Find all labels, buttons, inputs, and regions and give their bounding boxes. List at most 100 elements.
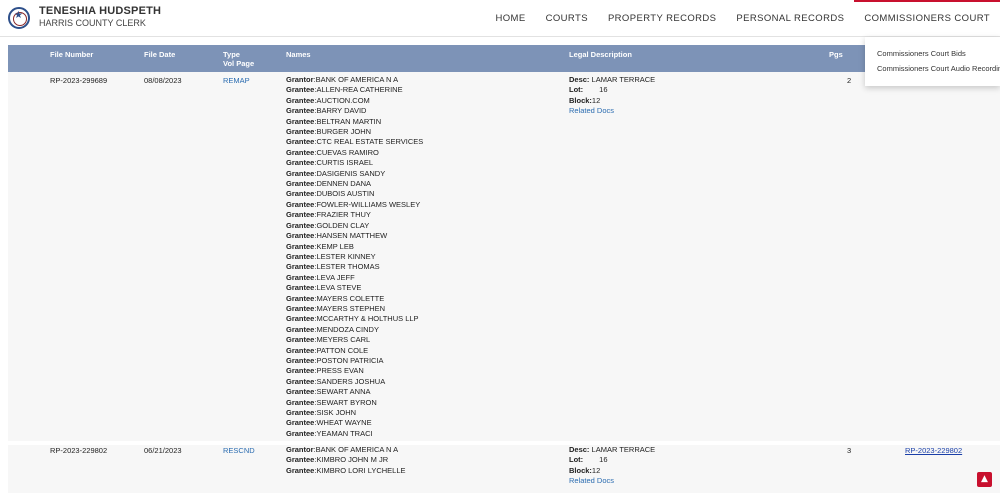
col-pgs: Pgs	[829, 50, 843, 59]
party-role: Grantee	[286, 418, 315, 428]
party-role: Grantee	[286, 376, 315, 386]
party-name-line: Grantee:CUEVAS RAMIRO	[286, 147, 379, 157]
file-number: RP-2023-299689	[50, 76, 108, 85]
party-name: KIMBRO JOHN M JR	[316, 455, 389, 465]
party-role: Grantee	[286, 387, 315, 397]
party-role: Grantee	[286, 314, 315, 324]
table-row: RP-2023-299689 08/08/2023 REMAP Grantor:…	[8, 72, 1000, 441]
party-name-line: Grantee:CTC REAL ESTATE SERVICES	[286, 137, 424, 147]
party-role: Grantee	[286, 428, 315, 438]
related-file-link[interactable]: RP-2023-229802	[905, 446, 962, 455]
file-date: 08/08/2023	[144, 76, 182, 85]
party-name-line: Grantee:MENDOZA CINDY	[286, 324, 379, 334]
party-role: Grantor	[286, 75, 314, 84]
county-seal-icon[interactable]	[8, 7, 30, 29]
party-name-line: Grantee:FRAZIER THUY	[286, 210, 371, 220]
party-role: Grantee	[286, 210, 315, 220]
dropdown-item-audio-recordings[interactable]: Commissioners Court Audio Recordings	[865, 61, 1000, 76]
party-role: Grantee	[286, 231, 315, 241]
party-name-line: Grantee:BURGER JOHN	[286, 127, 372, 137]
party-name: MENDOZA CINDY	[316, 324, 379, 334]
brand-subtitle[interactable]: HARRIS COUNTY CLERK	[39, 18, 146, 28]
site-header: TENESHIA HUDSPETH HARRIS COUNTY CLERK HO…	[0, 0, 1000, 37]
party-name-line: Grantee:HANSEN MATTHEW	[286, 231, 388, 241]
party-role: Grantee	[286, 116, 315, 126]
party-name-line: Grantee:LEVA JEFF	[286, 272, 355, 282]
party-role: Grantee	[286, 345, 315, 355]
col-type: Type Vol Page	[223, 50, 254, 68]
party-name-line: Grantee:MEYERS CARL	[286, 335, 371, 345]
party-name: DASIGENIS SANDY	[316, 168, 386, 178]
lot-value: 16	[599, 455, 608, 465]
party-name-line: Grantor:BANK OF AMERICA N A	[286, 445, 399, 454]
col-legal-description: Legal Description	[569, 50, 632, 59]
party-role: Grantee	[286, 241, 315, 251]
party-name: BANK OF AMERICA N A	[315, 445, 399, 454]
party-names-list: Grantor:BANK OF AMERICA N A Grantee:KIMBR…	[286, 445, 406, 476]
party-name-line: Grantee:POSTON PATRICIA	[286, 355, 384, 365]
party-role: Grantee	[286, 455, 315, 465]
nav-home[interactable]: HOME	[485, 0, 535, 37]
party-name: LESTER THOMAS	[316, 262, 380, 272]
party-name: BELTRAN MARTIN	[316, 116, 382, 126]
party-name-line: Grantee:SEWART BYRON	[286, 397, 377, 407]
main-nav: HOME COURTS PROPERTY RECORDS PERSONAL RE…	[485, 0, 1000, 37]
document-type-link[interactable]: REMAP	[223, 76, 250, 85]
party-name: PATTON COLE	[316, 345, 369, 355]
party-name: CTC REAL ESTATE SERVICES	[316, 137, 424, 147]
party-name: SANDERS JOSHUA	[316, 376, 386, 386]
chevron-up-icon[interactable]: ▲	[977, 472, 992, 487]
col-names: Names	[286, 50, 311, 59]
nav-courts[interactable]: COURTS	[536, 0, 598, 37]
party-name: MAYERS STEPHEN	[316, 303, 386, 313]
party-role: Grantee	[286, 199, 315, 209]
party-role: Grantee	[286, 465, 315, 475]
party-name-line: Grantee:MCCARTHY & HOLTHUS LLP	[286, 314, 419, 324]
party-name-line: Grantee:BARRY DAVID	[286, 106, 367, 116]
nav-property-records[interactable]: PROPERTY RECORDS	[598, 0, 726, 37]
party-role: Grantee	[286, 179, 315, 189]
related-docs-link[interactable]: Related Docs	[569, 106, 655, 116]
party-role: Grantee	[286, 137, 315, 147]
party-role: Grantee	[286, 283, 315, 293]
desc-label: Desc:	[569, 445, 590, 454]
party-role: Grantee	[286, 127, 315, 137]
party-name-line: Grantee:AUCTION.COM	[286, 95, 370, 105]
party-name: LEVA JEFF	[316, 272, 355, 282]
lot-label: Lot:	[569, 455, 584, 465]
party-name: SEWART BYRON	[316, 397, 377, 407]
col-vol-page-label: Vol Page	[223, 59, 255, 68]
dropdown-item-bids[interactable]: Commissioners Court Bids	[865, 46, 1000, 61]
party-role: Grantee	[286, 147, 315, 157]
party-name: HANSEN MATTHEW	[316, 231, 388, 241]
party-role: Grantor	[286, 445, 314, 454]
party-role: Grantee	[286, 251, 315, 261]
party-name: BURGER JOHN	[316, 127, 372, 137]
party-name: CURTIS ISRAEL	[316, 158, 373, 168]
party-role: Grantee	[286, 189, 315, 199]
lot-value: 16	[599, 85, 608, 95]
party-name-line: Grantee:MAYERS COLETTE	[286, 293, 385, 303]
document-type-link[interactable]: RESCND	[223, 446, 255, 455]
party-role: Grantee	[286, 85, 315, 95]
party-name: SISK JOHN	[316, 408, 357, 417]
table-row: RP-2023-229802 06/21/2023 RESCND Grantor…	[8, 445, 1000, 493]
party-name: LEVA STEVE	[316, 283, 362, 293]
party-name-line: Grantee:LEVA STEVE	[286, 283, 362, 293]
party-role: Grantee	[286, 397, 315, 407]
party-name-line: Grantee:GOLDEN CLAY	[286, 220, 370, 230]
brand-name[interactable]: TENESHIA HUDSPETH	[39, 5, 161, 17]
nav-commissioners-court[interactable]: COMMISSIONERS COURT	[854, 0, 1000, 37]
party-name-line: Grantee:FOWLER-WILLIAMS WESLEY	[286, 199, 421, 209]
page-count: 2	[847, 76, 852, 85]
block-value: 12	[591, 95, 601, 105]
party-name: AUCTION.COM	[316, 95, 370, 105]
party-role: Grantee	[286, 355, 315, 365]
party-name: PRESS EVAN	[316, 366, 364, 376]
desc-value: LAMAR TERRACE	[591, 445, 656, 454]
party-name-line: Grantor:BANK OF AMERICA N A	[286, 75, 399, 84]
related-docs-link[interactable]: Related Docs	[569, 476, 655, 486]
nav-personal-records[interactable]: PERSONAL RECORDS	[726, 0, 854, 37]
party-name-line: Grantee:CURTIS ISRAEL	[286, 158, 373, 168]
party-names-list: Grantor:BANK OF AMERICA N A Grantee:ALLEN…	[286, 75, 423, 439]
